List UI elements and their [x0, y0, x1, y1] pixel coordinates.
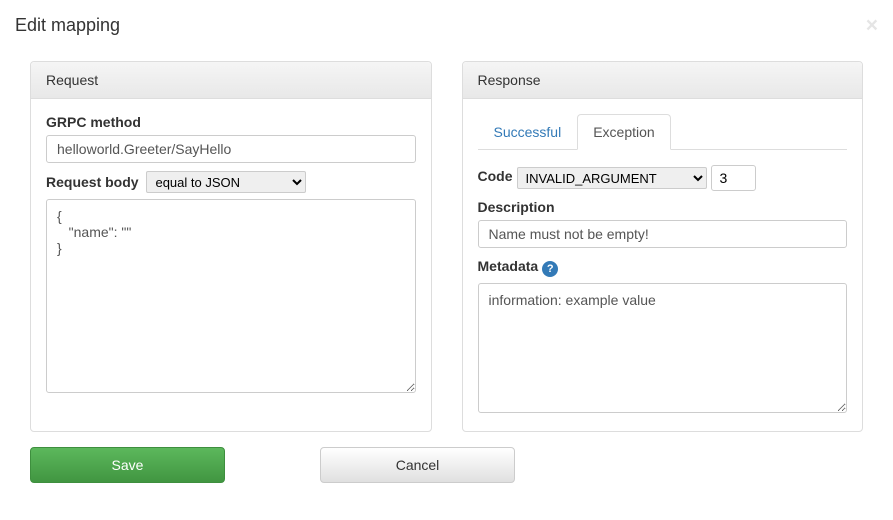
- request-panel-title: Request: [31, 62, 431, 99]
- grpc-method-input[interactable]: [46, 135, 416, 163]
- code-number-input[interactable]: [711, 165, 756, 191]
- modal-header: Edit mapping ×: [0, 0, 893, 46]
- response-panel-body: Successful Exception Code INVALID_ARGUME…: [463, 99, 863, 431]
- request-body-label: Request body: [46, 174, 139, 190]
- response-panel: Response Successful Exception Code INVAL…: [462, 61, 864, 432]
- tab-exception[interactable]: Exception: [577, 114, 670, 150]
- metadata-textarea[interactable]: information: example value: [478, 283, 848, 413]
- grpc-method-label: GRPC method: [46, 114, 141, 130]
- request-body-matcher-select[interactable]: equal to JSON: [146, 171, 306, 193]
- code-label: Code: [478, 168, 513, 184]
- request-panel-body: GRPC method Request body equal to JSON {…: [31, 99, 431, 411]
- cancel-button[interactable]: Cancel: [320, 447, 515, 483]
- close-icon[interactable]: ×: [866, 15, 878, 36]
- code-row: Code INVALID_ARGUMENT: [478, 165, 848, 191]
- help-icon[interactable]: ?: [542, 261, 558, 277]
- response-tabs: Successful Exception: [478, 114, 848, 150]
- modal-body: Request GRPC method Request body equal t…: [0, 46, 893, 447]
- code-select[interactable]: INVALID_ARGUMENT: [517, 167, 707, 189]
- modal-title: Edit mapping: [15, 15, 120, 36]
- save-button[interactable]: Save: [30, 447, 225, 483]
- modal-footer: Save Cancel: [0, 447, 893, 483]
- request-body-textarea[interactable]: { "name": "" }: [46, 199, 416, 393]
- description-input[interactable]: [478, 220, 848, 248]
- request-panel: Request GRPC method Request body equal t…: [30, 61, 432, 432]
- description-label: Description: [478, 199, 555, 215]
- response-panel-title: Response: [463, 62, 863, 99]
- metadata-label: Metadata: [478, 258, 539, 274]
- tab-successful[interactable]: Successful: [478, 114, 578, 150]
